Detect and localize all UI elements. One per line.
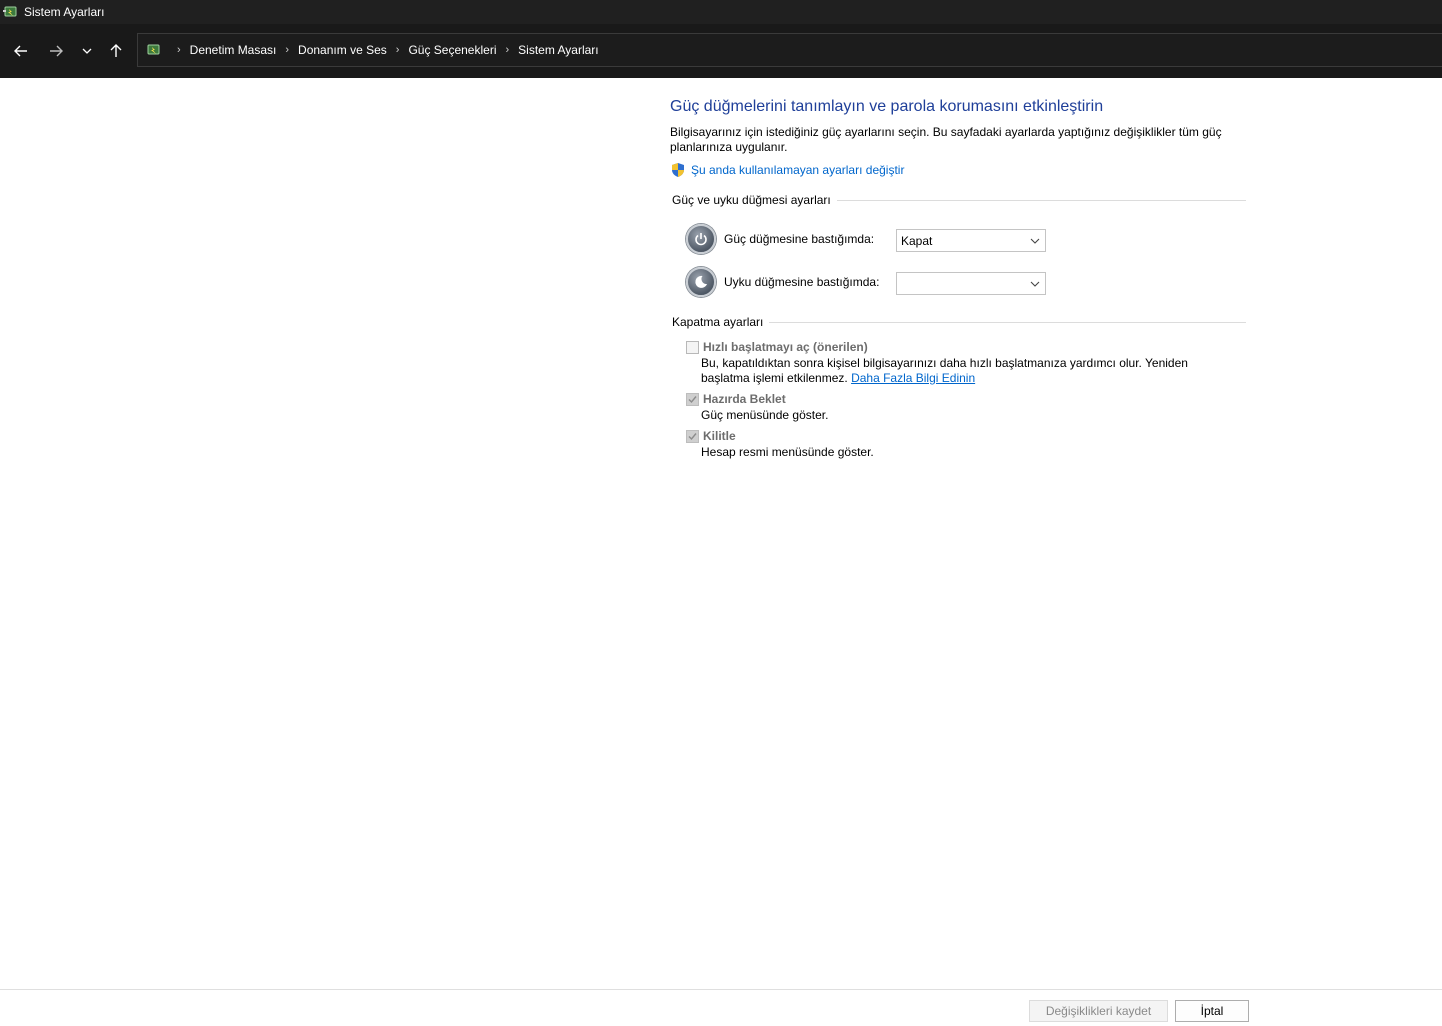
power-button-label: Güç düğmesine bastığımda:: [724, 232, 875, 246]
sleep-button-action-select[interactable]: [896, 272, 1046, 295]
back-button[interactable]: [10, 40, 32, 62]
breadcrumb-separator-icon[interactable]: ›: [396, 44, 400, 56]
forward-button[interactable]: [45, 40, 67, 62]
address-bar[interactable]: › Denetim Masası › Donanım ve Ses › Güç …: [137, 33, 1442, 67]
power-sleep-group-title: Güç ve uyku düğmesi ayarları: [672, 193, 831, 207]
save-changes-button[interactable]: Değişiklikleri kaydet: [1029, 1000, 1168, 1022]
fast-startup-checkbox[interactable]: [686, 340, 699, 354]
breadcrumb-item-system-settings[interactable]: Sistem Ayarları: [518, 43, 598, 57]
arrow-right-icon: [50, 45, 63, 57]
power-button-icon: [686, 224, 716, 254]
lock-option: Kilitle Hesap resmi menüsünde göster.: [686, 429, 1231, 460]
power-button-action-select[interactable]: Kapat: [896, 229, 1046, 252]
group-divider: [769, 321, 1246, 323]
breadcrumb-item-power-options[interactable]: Güç Seçenekleri: [408, 43, 496, 57]
fast-startup-description: Bu, kapatıldıktan sonra kişisel bilgisay…: [701, 356, 1231, 386]
hibernate-option: Hazırda Beklet Güç menüsünde göster.: [686, 392, 1231, 423]
page-description: Bilgisayarınız için istediğiniz güç ayar…: [670, 125, 1222, 154]
breadcrumb-separator-icon[interactable]: ›: [505, 44, 509, 56]
arrow-up-icon: [110, 44, 122, 57]
hibernate-label: Hazırda Beklet: [703, 392, 786, 406]
lock-description: Hesap resmi menüsünde göster.: [701, 445, 874, 459]
sleep-button-row: Uyku düğmesine bastığımda:: [686, 267, 879, 297]
cancel-button[interactable]: İptal: [1175, 1000, 1249, 1022]
checkmark-icon: [688, 395, 697, 403]
navigation-bar: › Denetim Masası › Donanım ve Ses › Güç …: [0, 24, 1442, 78]
footer-divider: [0, 989, 1442, 990]
chevron-down-icon: [1030, 279, 1040, 289]
title-bar: Sistem Ayarları: [0, 0, 1442, 24]
hibernate-checkbox[interactable]: [686, 392, 699, 406]
group-divider: [836, 199, 1246, 201]
breadcrumb-item-hardware-sound[interactable]: Donanım ve Ses: [298, 43, 387, 57]
fast-startup-label: Hızlı başlatmayı aç (önerilen): [703, 340, 868, 354]
breadcrumb-separator-icon[interactable]: ›: [285, 44, 289, 56]
uac-shield-icon: [672, 163, 684, 177]
window-title: Sistem Ayarları: [24, 5, 105, 19]
learn-more-link[interactable]: Daha Fazla Bilgi Edinin: [851, 371, 975, 385]
change-link-label[interactable]: Şu anda kullanılamayan ayarları değiştir: [691, 163, 904, 177]
power-button-action-value: Kapat: [901, 233, 933, 248]
hibernate-description: Güç menüsünde göster.: [701, 408, 829, 422]
breadcrumb-separator-icon[interactable]: ›: [177, 44, 181, 56]
control-panel-icon: [146, 42, 162, 58]
page-title: Güç düğmelerini tanımlayın ve parola kor…: [670, 98, 1104, 115]
sleep-button-icon: [686, 267, 716, 297]
lock-checkbox[interactable]: [686, 429, 699, 443]
lock-label: Kilitle: [703, 429, 736, 443]
chevron-down-icon: [82, 48, 92, 54]
checkmark-icon: [688, 432, 697, 440]
power-options-icon: [2, 3, 20, 21]
chevron-down-icon: [1030, 236, 1040, 246]
sleep-button-label: Uyku düğmesine bastığımda:: [724, 275, 880, 289]
fast-startup-option: Hızlı başlatmayı aç (önerilen) Bu, kapat…: [686, 340, 1231, 386]
shutdown-group-header: Kapatma ayarları: [672, 315, 1246, 329]
recent-locations-button[interactable]: [76, 40, 98, 62]
power-button-row: Güç düğmesine bastığımda:: [686, 224, 874, 254]
breadcrumb-item-control-panel[interactable]: Denetim Masası: [190, 43, 277, 57]
shutdown-group-title: Kapatma ayarları: [672, 315, 764, 329]
power-sleep-group-header: Güç ve uyku düğmesi ayarları: [672, 193, 1246, 207]
up-button[interactable]: [105, 40, 127, 62]
change-unavailable-settings-link[interactable]: Şu anda kullanılamayan ayarları değiştir: [670, 162, 904, 178]
arrow-left-icon: [14, 45, 27, 57]
